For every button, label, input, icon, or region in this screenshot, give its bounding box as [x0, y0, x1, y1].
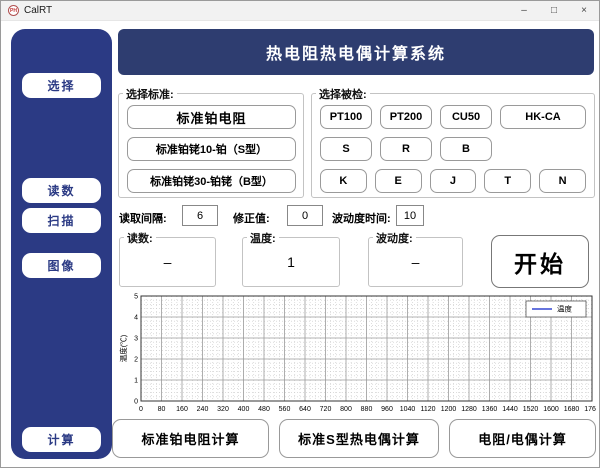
- y-tick-label: 1: [134, 378, 138, 385]
- dut-b-button[interactable]: B: [440, 137, 492, 161]
- standard-group: 选择标准: 标准铂电阻 标准铂铑10-铂（S型） 标准铂铑30-铂铑（B型）: [118, 86, 304, 198]
- sidebar: 选择 读数 扫描 图像 计算: [11, 29, 112, 459]
- page-title: 热电阻热电偶计算系统: [118, 29, 594, 75]
- x-tick-label: 0: [139, 406, 143, 413]
- window-title: CalRT: [24, 5, 53, 16]
- sidebar-item-select[interactable]: 选择: [22, 73, 101, 98]
- dut-n-button[interactable]: N: [539, 169, 586, 193]
- sidebar-item-reading[interactable]: 读数: [22, 178, 101, 203]
- fluctuation-display: 波动度: –: [368, 230, 463, 287]
- x-tick-label: 1200: [441, 406, 457, 413]
- standard-s-type-button[interactable]: 标准铂铑10-铂（S型）: [127, 137, 296, 161]
- reading-display: 读数: –: [119, 230, 216, 287]
- sidebar-item-calculate[interactable]: 计算: [22, 427, 101, 452]
- dut-k-button[interactable]: K: [320, 169, 367, 193]
- dut-cu50-button[interactable]: CU50: [440, 105, 492, 129]
- y-tick-label: 5: [134, 294, 138, 301]
- dut-pt100-button[interactable]: PT100: [320, 105, 372, 129]
- y-axis-label: 温度(℃): [118, 334, 128, 362]
- x-tick-label: 800: [340, 406, 352, 413]
- x-tick-label: 880: [361, 406, 373, 413]
- fluctuation-value: –: [411, 254, 420, 270]
- dut-r-button[interactable]: R: [380, 137, 432, 161]
- close-icon[interactable]: ×: [569, 1, 599, 20]
- x-tick-label: 1440: [502, 406, 518, 413]
- dut-row-2: S R B: [320, 137, 586, 161]
- minimize-icon[interactable]: –: [509, 1, 539, 20]
- app-window: PH CalRT – □ × 选择 读数 扫描 图像 计算 热电阻热电偶计算系统…: [0, 0, 600, 468]
- dut-row-3: K E J T N: [320, 169, 586, 193]
- dut-group: 选择被检: PT100 PT200 CU50 HK-CA S R B K E J…: [311, 86, 595, 198]
- temperature-display-label: 温度:: [247, 230, 279, 246]
- dut-j-button[interactable]: J: [429, 169, 477, 193]
- x-tick-label: 1040: [400, 406, 416, 413]
- dut-t-button[interactable]: T: [484, 169, 532, 193]
- x-tick-label: 640: [299, 406, 311, 413]
- std-s-thermocouple-calc-button[interactable]: 标准S型热电偶计算: [279, 419, 439, 458]
- x-tick-label: 80: [158, 406, 166, 413]
- y-tick-label: 0: [134, 399, 138, 406]
- maximize-icon[interactable]: □: [539, 1, 569, 20]
- x-tick-label: 1120: [420, 406, 435, 413]
- x-tick-label: 1760: [584, 406, 596, 413]
- temperature-value: 1: [287, 254, 295, 270]
- x-tick-label: 960: [381, 406, 393, 413]
- dut-group-label: 选择被检:: [316, 86, 370, 102]
- x-tick-label: 1600: [543, 406, 559, 413]
- dut-s-button[interactable]: S: [320, 137, 372, 161]
- window-controls: – □ ×: [509, 1, 599, 20]
- start-button[interactable]: 开始: [491, 235, 589, 288]
- x-tick-label: 480: [258, 406, 270, 413]
- resistance-thermocouple-calc-button[interactable]: 电阻/电偶计算: [449, 419, 596, 458]
- app-icon: PH: [8, 5, 19, 16]
- fluctuation-time-input[interactable]: [396, 205, 424, 226]
- y-tick-label: 4: [134, 315, 138, 322]
- temperature-display: 温度: 1: [242, 230, 340, 287]
- x-tick-label: 240: [197, 406, 209, 413]
- read-interval-label: 读取间隔:: [119, 213, 167, 225]
- x-tick-label: 320: [217, 406, 229, 413]
- fluctuation-time-label: 波动度时间:: [332, 213, 391, 225]
- legend-label: 温度: [557, 304, 572, 314]
- x-tick-label: 400: [238, 406, 250, 413]
- reading-display-label: 读数:: [124, 230, 156, 246]
- x-tick-label: 560: [279, 406, 291, 413]
- dut-row-1: PT100 PT200 CU50 HK-CA: [320, 105, 586, 129]
- x-tick-label: 1680: [564, 406, 580, 413]
- x-tick-label: 1520: [523, 406, 539, 413]
- fluctuation-display-label: 波动度:: [373, 230, 416, 246]
- standard-b-type-button[interactable]: 标准铂铑30-铂铑（B型）: [127, 169, 296, 193]
- y-tick-label: 2: [134, 357, 138, 364]
- x-tick-label: 1360: [482, 406, 498, 413]
- correction-input[interactable]: [287, 205, 323, 226]
- x-tick-label: 160: [176, 406, 188, 413]
- standard-pt-resistance-button[interactable]: 标准铂电阻: [127, 105, 296, 129]
- chart-canvas: 0 80 160 240 320 400 480 560 640 720 800 880 960 1040…: [118, 294, 599, 414]
- titlebar: PH CalRT – □ ×: [1, 1, 599, 21]
- dut-pt200-button[interactable]: PT200: [380, 105, 432, 129]
- standard-group-label: 选择标准:: [123, 86, 177, 102]
- y-tick-label: 3: [134, 336, 138, 343]
- sidebar-item-image[interactable]: 图像: [22, 253, 101, 278]
- correction-label: 修正值:: [233, 213, 270, 225]
- x-tick-label: 720: [320, 406, 332, 413]
- std-pt-resistance-calc-button[interactable]: 标准铂电阻计算: [112, 419, 269, 458]
- reading-value: –: [163, 254, 172, 270]
- temperature-chart: 0 80 160 240 320 400 480 560 640 720 800 880 960 1040…: [118, 291, 599, 416]
- sidebar-item-scan[interactable]: 扫描: [22, 208, 101, 233]
- dut-hk-ca-button[interactable]: HK-CA: [500, 105, 586, 129]
- dut-e-button[interactable]: E: [374, 169, 422, 193]
- x-tick-label: 1280: [461, 406, 477, 413]
- read-interval-input[interactable]: [182, 205, 218, 226]
